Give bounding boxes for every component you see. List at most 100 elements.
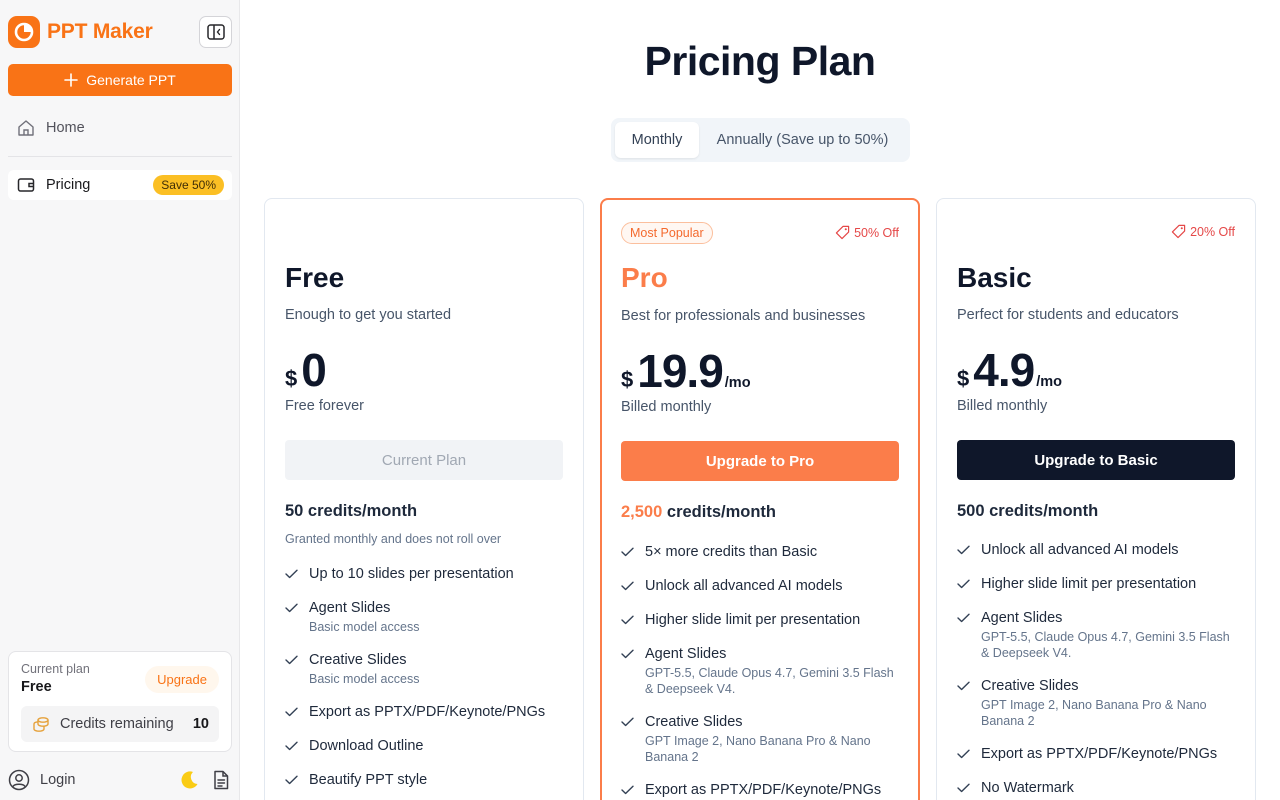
check-icon: [285, 703, 299, 721]
moon-icon[interactable]: [178, 769, 200, 791]
feature-item: Export as PPTX/PDF/Keynote/PNGs: [285, 703, 563, 721]
discount-tag: 20% Off: [1171, 224, 1235, 239]
tab-monthly[interactable]: Monthly: [615, 122, 699, 158]
price-amount: 19.9: [637, 345, 724, 397]
feature-text: Creative Slides: [309, 652, 407, 668]
price-amount: 0: [301, 344, 327, 396]
feature-item: Up to 10 slides per presentation: [285, 565, 563, 583]
price: $ 0: [285, 343, 327, 396]
price-period: /mo: [1036, 374, 1062, 390]
upgrade-to-basic-button[interactable]: Upgrade to Basic: [957, 440, 1235, 480]
generate-ppt-button[interactable]: Generate PPT: [8, 64, 232, 96]
coins-icon: [33, 717, 49, 732]
check-icon: [285, 599, 299, 617]
plan-description: Perfect for students and educators: [957, 307, 1179, 323]
credits-amount: 2,500: [621, 503, 663, 521]
check-icon: [957, 745, 971, 763]
feature-text: Export as PPTX/PDF/Keynote/PNGs: [309, 704, 546, 720]
tag-icon: [1171, 224, 1186, 239]
plus-icon: [64, 73, 79, 87]
credits-note: Granted monthly and does not roll over: [285, 532, 502, 546]
check-icon: [957, 609, 971, 627]
feature-list: Up to 10 slides per presentation Agent Sl…: [285, 565, 563, 800]
feature-item: Agent Slides GPT-5.5, Claude Opus 4.7, Ge…: [621, 645, 899, 697]
credits-remaining: Credits remaining 10: [21, 706, 219, 742]
feature-text: Unlock all advanced AI models: [981, 542, 1179, 558]
feature-subtext: GPT Image 2, Nano Banana Pro & Nano Bana…: [645, 734, 871, 764]
plan-card-basic: 20% Off Basic Perfect for students and e…: [936, 198, 1256, 800]
billing-note: Billed monthly: [957, 398, 1048, 414]
upgrade-button[interactable]: Upgrade: [145, 666, 219, 693]
check-icon: [285, 737, 299, 755]
billing-note: Free forever: [285, 398, 364, 414]
feature-text: Agent Slides: [981, 610, 1063, 626]
feature-subtext: Basic model access: [309, 672, 420, 686]
login-label: Login: [40, 772, 76, 788]
check-icon: [621, 611, 635, 629]
current-plan-label: Current plan: [21, 662, 90, 676]
check-icon: [621, 577, 635, 595]
sidebar: PPT Maker Generate PPT Home Pricing Save…: [0, 0, 240, 800]
credits-label: Credits remaining: [60, 716, 174, 732]
sidebar-item-pricing[interactable]: Pricing Save 50%: [8, 170, 232, 200]
credits-title: 2,500 credits/month: [621, 503, 776, 522]
plan-card-free: Free Enough to get you started $ 0 Free …: [264, 198, 584, 800]
feature-text: Download Outline: [309, 738, 424, 754]
check-icon: [285, 771, 299, 789]
current-plan-button[interactable]: Current Plan: [285, 440, 563, 480]
sidebar-panel-icon: [206, 24, 225, 40]
feature-text: Up to 10 slides per presentation: [309, 566, 514, 582]
check-icon: [957, 779, 971, 797]
feature-subtext: GPT-5.5, Claude Opus 4.7, Gemini 3.5 Fla…: [981, 630, 1230, 660]
plan-title: Pro: [621, 262, 668, 293]
tab-annually[interactable]: Annually (Save up to 50%): [699, 122, 906, 158]
sidebar-item-label: Home: [46, 120, 85, 136]
billing-note: Billed monthly: [621, 399, 712, 415]
main-content: Pricing Plan Monthly Annually (Save up t…: [240, 0, 1280, 800]
generate-ppt-label: Generate PPT: [86, 72, 176, 88]
feature-item: Creative Slides Basic model access: [285, 651, 563, 687]
price-currency: $: [957, 366, 970, 391]
credits-title: 500 credits/month: [957, 502, 1099, 520]
sidebar-toggle-button[interactable]: [199, 16, 232, 48]
most-popular-badge: Most Popular: [621, 222, 713, 244]
check-icon: [621, 781, 635, 799]
plan-card-pro: Most Popular 50% Off Pro Best for profes…: [600, 198, 920, 800]
feature-item: Export as PPTX/PDF/Keynote/PNGs: [621, 781, 899, 799]
check-icon: [621, 543, 635, 561]
sidebar-item-label: Pricing: [46, 177, 91, 193]
feature-subtext: Basic model access: [309, 620, 420, 634]
sidebar-footer: Login: [8, 766, 232, 794]
feature-list: Unlock all advanced AI models Higher slid…: [957, 541, 1235, 800]
feature-text: 5× more credits than Basic: [645, 544, 818, 560]
feature-text: Higher slide limit per presentation: [645, 612, 861, 628]
sidebar-item-home[interactable]: Home: [8, 112, 232, 144]
feature-text: Higher slide limit per presentation: [981, 576, 1197, 592]
credits-title: 50 credits/month: [285, 502, 418, 520]
feature-text: Agent Slides: [309, 600, 391, 616]
price-currency: $: [621, 367, 634, 392]
credits-count: 10: [192, 716, 209, 732]
tag-icon: [835, 225, 850, 240]
price-currency: $: [285, 366, 298, 391]
check-icon: [957, 575, 971, 593]
page-title: Pricing Plan: [644, 38, 876, 84]
login-button[interactable]: Login: [8, 769, 178, 791]
document-icon[interactable]: [210, 769, 232, 791]
price-amount: 4.9: [973, 344, 1035, 396]
plan-description: Enough to get you started: [285, 307, 452, 323]
feature-item: Creative Slides GPT Image 2, Nano Banana …: [957, 677, 1235, 729]
brand[interactable]: PPT Maker: [8, 16, 153, 48]
feature-text: Creative Slides: [981, 678, 1079, 694]
billing-toggle: Monthly Annually (Save up to 50%): [611, 118, 910, 162]
plan-description: Best for professionals and businesses: [621, 308, 866, 324]
check-icon: [285, 651, 299, 669]
plan-title: Basic: [957, 262, 1032, 293]
wallet-icon: [17, 178, 35, 192]
feature-item: No Watermark: [957, 779, 1235, 797]
discount-label: 20% Off: [1190, 224, 1235, 239]
price: $ 19.9 /mo: [621, 344, 751, 397]
upgrade-to-pro-button[interactable]: Upgrade to Pro: [621, 441, 899, 481]
plan-title: Free: [285, 262, 345, 293]
price-period: /mo: [724, 375, 751, 391]
